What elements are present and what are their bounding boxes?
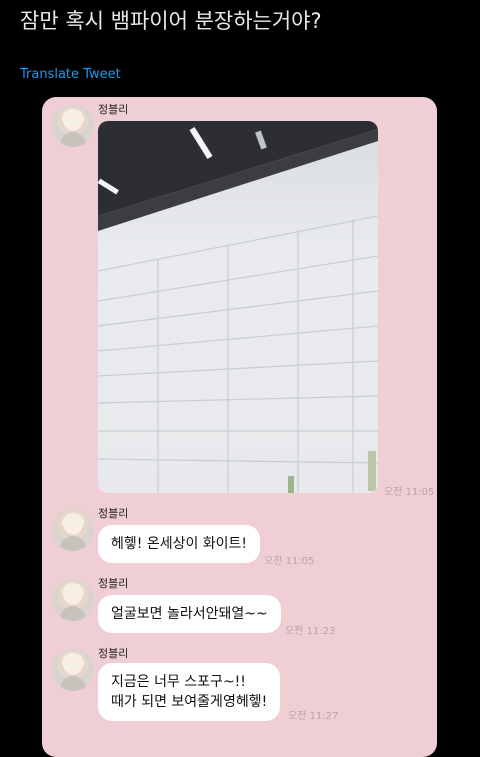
photo-timestamp: 오전 11:05 bbox=[384, 487, 435, 498]
sender-name: 정블리 bbox=[98, 647, 129, 660]
sender-name: 정블리 bbox=[98, 507, 129, 520]
avatar bbox=[52, 509, 94, 551]
message-timestamp: 오전 11:23 bbox=[285, 626, 336, 637]
shared-photo[interactable] bbox=[98, 121, 378, 493]
message-bubble: 지금은 너무 스포구~!! 때가 되면 보여줄게영헤헿! bbox=[98, 663, 281, 721]
message-timestamp: 오전 11:27 bbox=[288, 711, 339, 722]
wall-photo-illustration bbox=[98, 121, 378, 493]
message-bubble: 얼굴보면 놀라서안돼열~~ bbox=[98, 595, 281, 633]
tweet-text: 잠만 혹시 뱀파이어 분장하는거야? bbox=[20, 9, 322, 33]
sender-name: 정블리 bbox=[98, 103, 129, 116]
message-timestamp: 오전 11:05 bbox=[264, 556, 315, 567]
avatar bbox=[52, 579, 94, 621]
avatar bbox=[52, 105, 94, 147]
sender-name: 정블리 bbox=[98, 577, 129, 590]
message-bubble: 헤헿! 온세상이 화이트! bbox=[98, 525, 261, 563]
chat-screenshot: 정블리 오전 11:05 정블리 헤헿! 온세상이 화이트! 오전 11:05 … bbox=[42, 97, 437, 757]
translate-tweet-link[interactable]: Translate Tweet bbox=[20, 67, 121, 82]
avatar bbox=[52, 649, 94, 691]
